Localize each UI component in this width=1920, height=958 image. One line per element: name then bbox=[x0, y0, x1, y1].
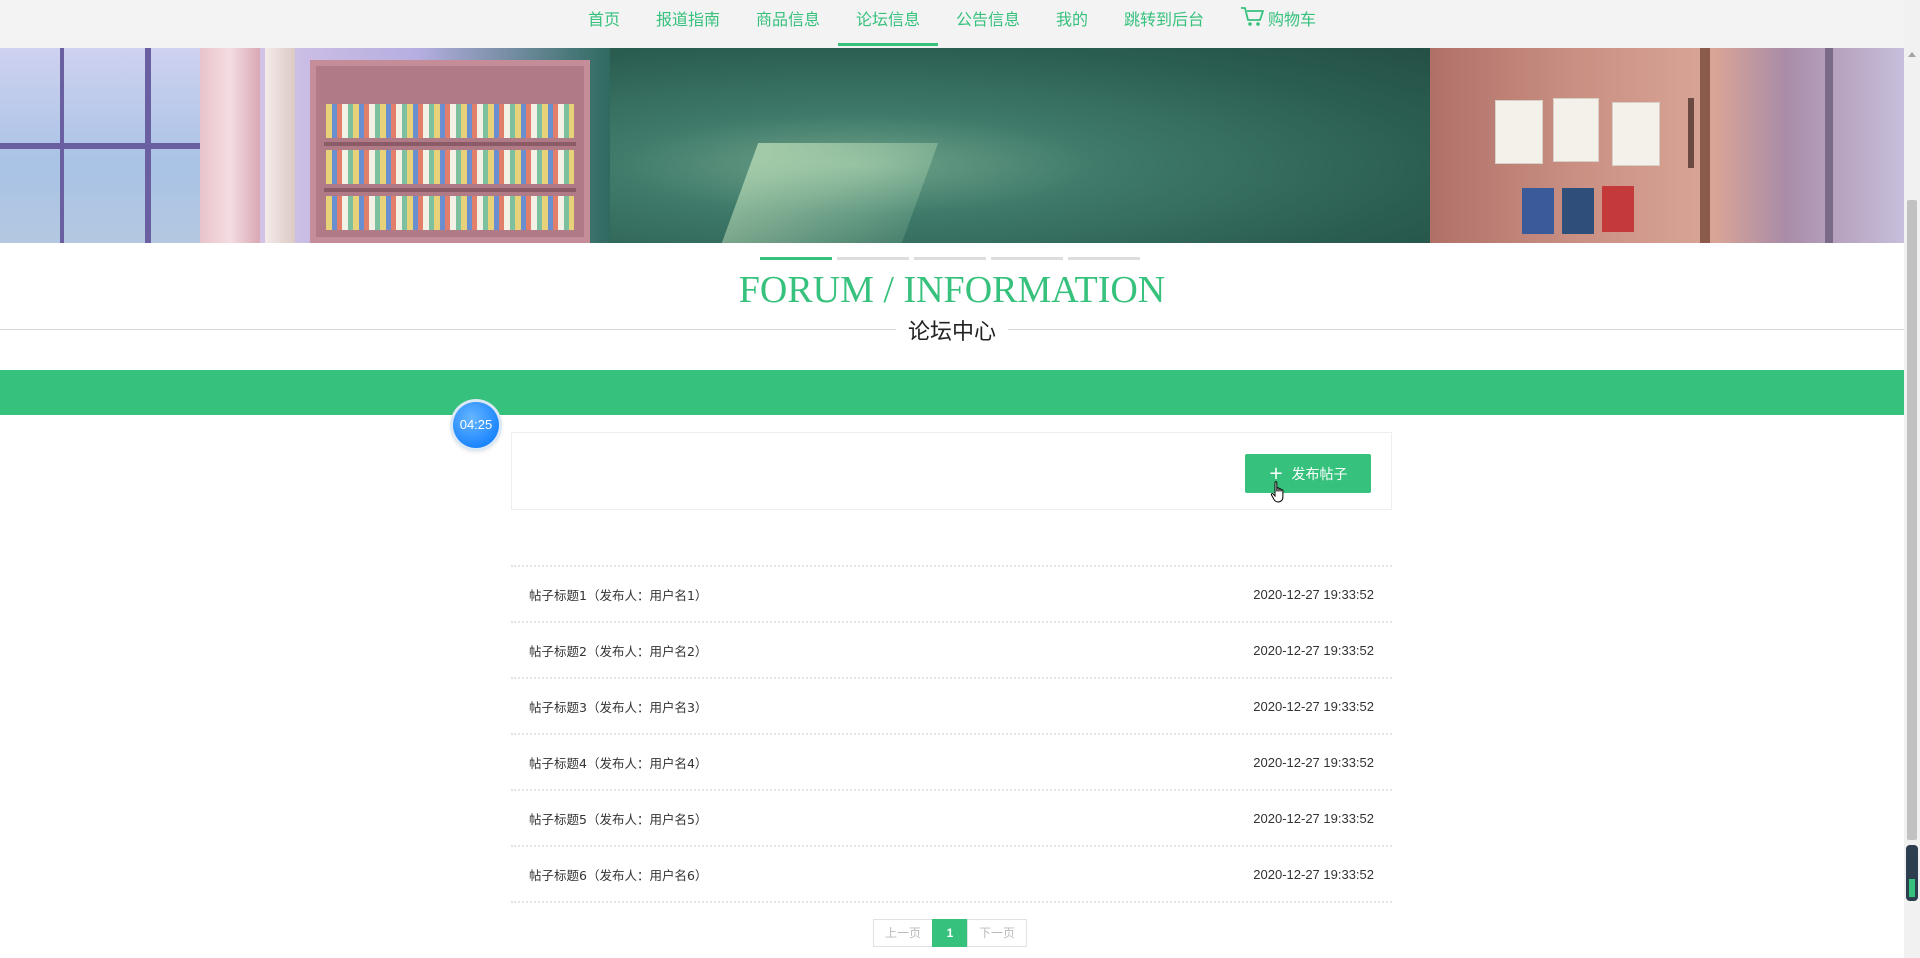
post-date: 2020-12-27 19:33:52 bbox=[1253, 754, 1374, 770]
nav-home[interactable]: 首页 bbox=[570, 0, 638, 48]
post-title: 帖子标题6（发布人：用户名6） bbox=[529, 867, 708, 883]
list-item[interactable]: 帖子标题1（发布人：用户名1） 2020-12-27 19:33:52 bbox=[511, 565, 1392, 621]
nav-guide[interactable]: 报道指南 bbox=[638, 0, 738, 48]
top-nav: 首页 报道指南 商品信息 论坛信息 公告信息 我的 跳转到后台 购物车 bbox=[0, 0, 1904, 48]
post-title: 帖子标题5（发布人：用户名5） bbox=[529, 811, 708, 827]
next-page-button[interactable]: 下一页 bbox=[967, 919, 1027, 947]
post-date: 2020-12-27 19:33:52 bbox=[1253, 642, 1374, 658]
nav-products[interactable]: 商品信息 bbox=[738, 0, 838, 48]
section-title: FORUM / INFORMATION bbox=[738, 269, 1166, 311]
cart-label: 购物车 bbox=[1268, 10, 1317, 29]
slide-indicator[interactable] bbox=[837, 257, 909, 260]
post-list: 帖子标题1（发布人：用户名1） 2020-12-27 19:33:52 帖子标题… bbox=[511, 565, 1392, 903]
divider bbox=[511, 901, 1392, 903]
banner-wall bbox=[1430, 48, 1904, 243]
list-item[interactable]: 帖子标题3（发布人：用户名3） 2020-12-27 19:33:52 bbox=[511, 677, 1392, 733]
nav-admin[interactable]: 跳转到后台 bbox=[1106, 0, 1222, 48]
pagination: 上一页 1 下一页 bbox=[873, 919, 1027, 947]
section-subtitle-wrap: 论坛中心 bbox=[0, 314, 1904, 346]
post-title: 帖子标题4（发布人：用户名4） bbox=[529, 755, 708, 771]
post-date: 2020-12-27 19:33:52 bbox=[1253, 810, 1374, 826]
hand-cursor-icon bbox=[1270, 481, 1284, 503]
slide-indicator[interactable] bbox=[991, 257, 1063, 260]
post-title: 帖子标题2（发布人：用户名2） bbox=[529, 643, 708, 659]
forum-toolbar: + 发布帖子 bbox=[511, 432, 1392, 510]
nav-notices[interactable]: 公告信息 bbox=[938, 0, 1038, 48]
scroll-widget[interactable] bbox=[1906, 845, 1918, 901]
list-item[interactable]: 帖子标题6（发布人：用户名6） 2020-12-27 19:33:52 bbox=[511, 845, 1392, 901]
scroll-up-icon[interactable] bbox=[1908, 52, 1916, 57]
banner-bookshelf bbox=[310, 60, 590, 243]
section-subtitle: 论坛中心 bbox=[895, 320, 1008, 345]
nav-cart[interactable]: 购物车 bbox=[1222, 0, 1334, 48]
nav-forum[interactable]: 论坛信息 bbox=[837, 0, 939, 48]
publish-post-button[interactable]: + 发布帖子 bbox=[1245, 454, 1371, 493]
post-date: 2020-12-27 19:33:52 bbox=[1253, 866, 1374, 882]
post-title: 帖子标题1（发布人：用户名1） bbox=[529, 587, 708, 603]
slide-indicator[interactable] bbox=[760, 257, 832, 260]
publish-post-label: 发布帖子 bbox=[1291, 466, 1348, 483]
shopping-cart-icon bbox=[1241, 7, 1264, 26]
slide-indicators bbox=[760, 257, 1140, 260]
nav-mine[interactable]: 我的 bbox=[1038, 0, 1106, 48]
list-item[interactable]: 帖子标题2（发布人：用户名2） 2020-12-27 19:33:52 bbox=[511, 621, 1392, 677]
slide-indicator[interactable] bbox=[914, 257, 986, 260]
post-title: 帖子标题3（发布人：用户名3） bbox=[529, 699, 708, 715]
list-item[interactable]: 帖子标题4（发布人：用户名4） 2020-12-27 19:33:52 bbox=[511, 733, 1392, 789]
list-item[interactable]: 帖子标题5（发布人：用户名5） 2020-12-27 19:33:52 bbox=[511, 789, 1392, 845]
prev-page-button[interactable]: 上一页 bbox=[873, 919, 933, 947]
slide-indicator[interactable] bbox=[1068, 257, 1140, 260]
banner-image bbox=[0, 48, 1904, 243]
page-1-button[interactable]: 1 bbox=[932, 919, 968, 947]
scrollbar[interactable] bbox=[1904, 0, 1920, 958]
scrollbar-thumb[interactable] bbox=[1907, 200, 1917, 840]
banner-window bbox=[0, 48, 220, 243]
post-date: 2020-12-27 19:33:52 bbox=[1253, 698, 1374, 714]
clock-badge[interactable]: 04:25 bbox=[453, 402, 499, 448]
green-band bbox=[0, 370, 1904, 415]
post-date: 2020-12-27 19:33:52 bbox=[1253, 586, 1374, 602]
